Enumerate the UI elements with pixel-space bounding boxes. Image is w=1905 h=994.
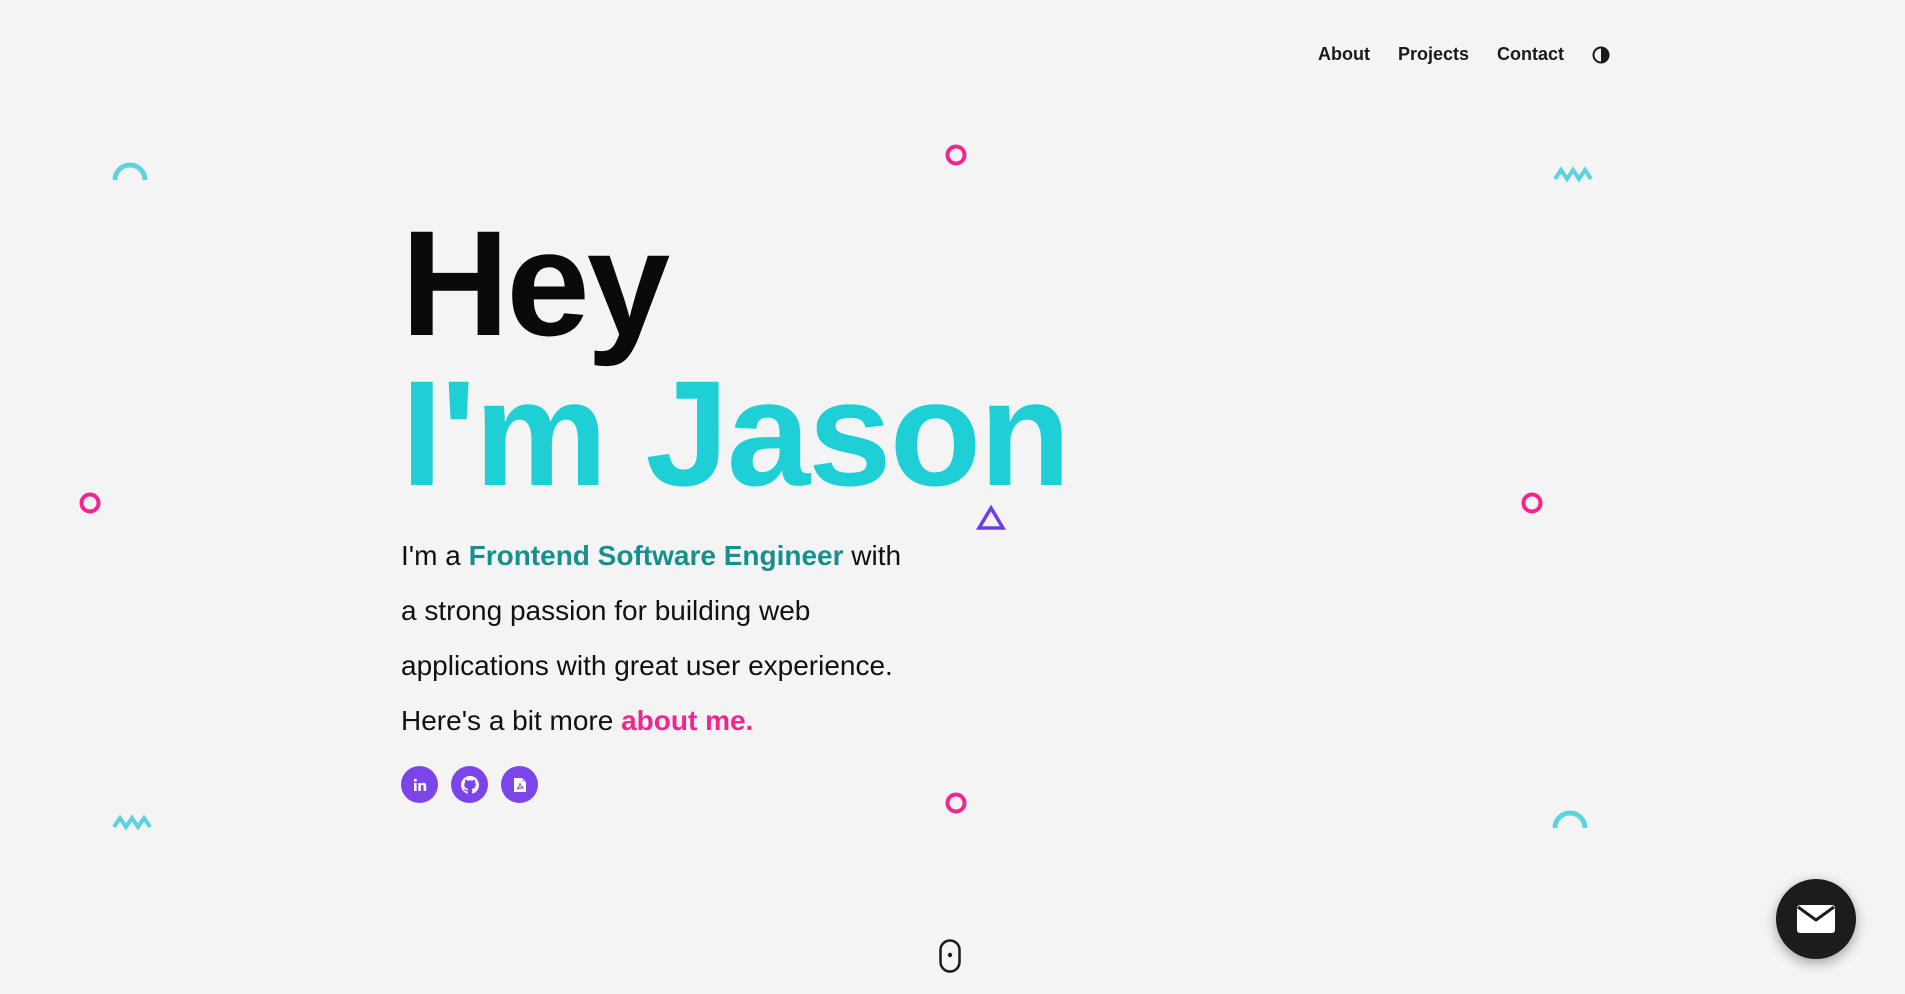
resume-button[interactable] xyxy=(501,766,538,803)
nav-about-link[interactable]: About xyxy=(1318,44,1370,65)
pink-ring-decoration xyxy=(79,492,101,514)
nav-contact-link[interactable]: Contact xyxy=(1497,44,1564,65)
github-icon xyxy=(460,775,479,794)
theme-toggle-icon[interactable] xyxy=(1592,46,1610,64)
cyan-arc-decoration xyxy=(112,162,148,181)
envelope-icon xyxy=(1797,905,1835,933)
intro-role: Frontend Software Engineer xyxy=(468,540,844,571)
hero-name: I'm Jason xyxy=(401,349,1071,517)
resume-pdf-icon xyxy=(513,777,526,792)
top-nav: About Projects Contact xyxy=(1318,44,1610,65)
hero-section: Hey I'm Jason I'm a Frontend Software En… xyxy=(401,199,1071,803)
github-button[interactable] xyxy=(451,766,488,803)
cyan-zigzag-decoration xyxy=(1553,166,1593,183)
social-links xyxy=(401,766,1069,803)
contact-fab-button[interactable] xyxy=(1776,879,1856,959)
cyan-arc-decoration xyxy=(1552,810,1588,829)
intro-more: Here's a bit more xyxy=(401,705,622,736)
pink-ring-decoration xyxy=(1521,492,1543,514)
pink-ring-decoration xyxy=(945,144,967,166)
landing-page: About Projects Contact Hey I'm Jason I'm… xyxy=(0,0,1905,994)
hero-intro: I'm a Frontend Software Engineer with a … xyxy=(401,528,921,748)
linkedin-icon xyxy=(413,778,426,791)
cyan-zigzag-decoration xyxy=(112,814,152,831)
nav-projects-link[interactable]: Projects xyxy=(1398,44,1469,65)
scroll-mouse-icon xyxy=(939,939,961,973)
about-me-link[interactable]: about me. xyxy=(621,705,753,736)
intro-prefix: I'm a xyxy=(401,540,469,571)
hero-greeting: Hey xyxy=(401,199,670,367)
linkedin-button[interactable] xyxy=(401,766,438,803)
